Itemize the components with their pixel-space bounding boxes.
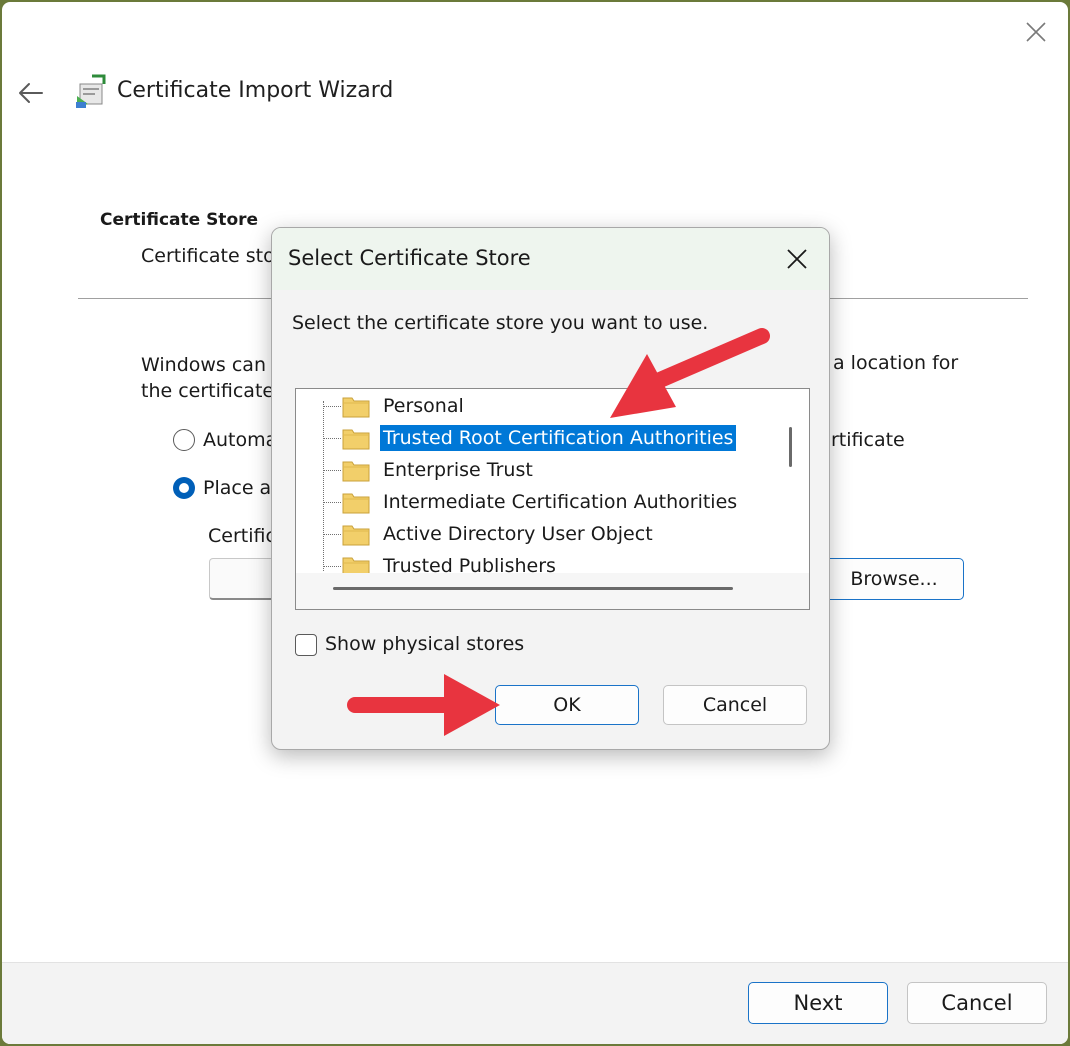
certificate-wizard-icon: [76, 74, 106, 108]
tree-branch: [323, 438, 341, 439]
close-icon[interactable]: [1022, 18, 1050, 46]
cancel-button[interactable]: Cancel: [907, 982, 1047, 1024]
radio-place-label[interactable]: Place a: [203, 477, 271, 499]
dialog-close-icon[interactable]: [784, 246, 810, 272]
tree-branch: [323, 470, 341, 471]
section-description: Certificate sto: [141, 245, 275, 267]
browse-button[interactable]: Browse...: [824, 558, 964, 600]
vertical-scrollbar-thumb[interactable]: [789, 427, 792, 467]
body-text-line1: Windows can: [141, 354, 266, 376]
dialog-cancel-button[interactable]: Cancel: [663, 685, 807, 725]
radio-place-all[interactable]: [173, 477, 195, 499]
dialog-title: Select Certificate Store: [288, 246, 531, 270]
body-text-line2: the certificate: [141, 380, 275, 402]
show-physical-stores-checkbox[interactable]: [295, 634, 317, 656]
radio-auto-label-right[interactable]: rtificate: [831, 429, 905, 451]
body-text-right: a location for: [833, 352, 959, 374]
dialog-prompt: Select the certificate store you want to…: [292, 312, 709, 334]
next-button[interactable]: Next: [748, 982, 888, 1024]
tree-item-active-directory[interactable]: Active Directory User Object: [296, 519, 776, 549]
radio-auto-label[interactable]: Automa: [203, 429, 277, 451]
folder-icon: [342, 397, 370, 418]
ok-button[interactable]: OK: [495, 685, 639, 725]
tree-item-enterprise-trust[interactable]: Enterprise Trust: [296, 455, 776, 485]
tree-item-intermediate-ca[interactable]: Intermediate Certification Authorities: [296, 487, 776, 517]
certificate-store-tree[interactable]: Personal Trusted Root Certification Auth…: [295, 388, 810, 610]
certificate-store-label: Certific: [208, 525, 276, 547]
tree-branch: [323, 566, 341, 567]
folder-icon: [342, 461, 370, 482]
horizontal-scrollbar-track[interactable]: [296, 573, 809, 609]
tree-item-label: Active Directory User Object: [383, 523, 653, 545]
show-physical-stores-label[interactable]: Show physical stores: [325, 633, 524, 655]
tree-item-label-selected: Trusted Root Certification Authorities: [380, 425, 737, 451]
tree-item-label: Intermediate Certification Authorities: [383, 491, 738, 513]
tree-item-label: Enterprise Trust: [383, 459, 533, 481]
folder-icon: [342, 525, 370, 546]
folder-icon: [342, 429, 370, 450]
folder-icon: [342, 493, 370, 514]
wizard-title: Certificate Import Wizard: [117, 78, 394, 103]
tree-branch: [323, 534, 341, 535]
tree-item-trusted-root[interactable]: Trusted Root Certification Authorities: [296, 423, 776, 453]
select-certificate-store-dialog: Select Certificate Store Select the cert…: [271, 227, 830, 750]
horizontal-scrollbar-thumb[interactable]: [333, 587, 733, 590]
tree-branch: [323, 406, 341, 407]
tree-branch: [323, 502, 341, 503]
tree-item-personal[interactable]: Personal: [296, 391, 776, 421]
radio-auto-select[interactable]: [173, 429, 195, 451]
back-arrow-icon[interactable]: [16, 78, 46, 108]
tree-item-label: Personal: [383, 395, 464, 417]
section-title: Certificate Store: [100, 210, 259, 230]
